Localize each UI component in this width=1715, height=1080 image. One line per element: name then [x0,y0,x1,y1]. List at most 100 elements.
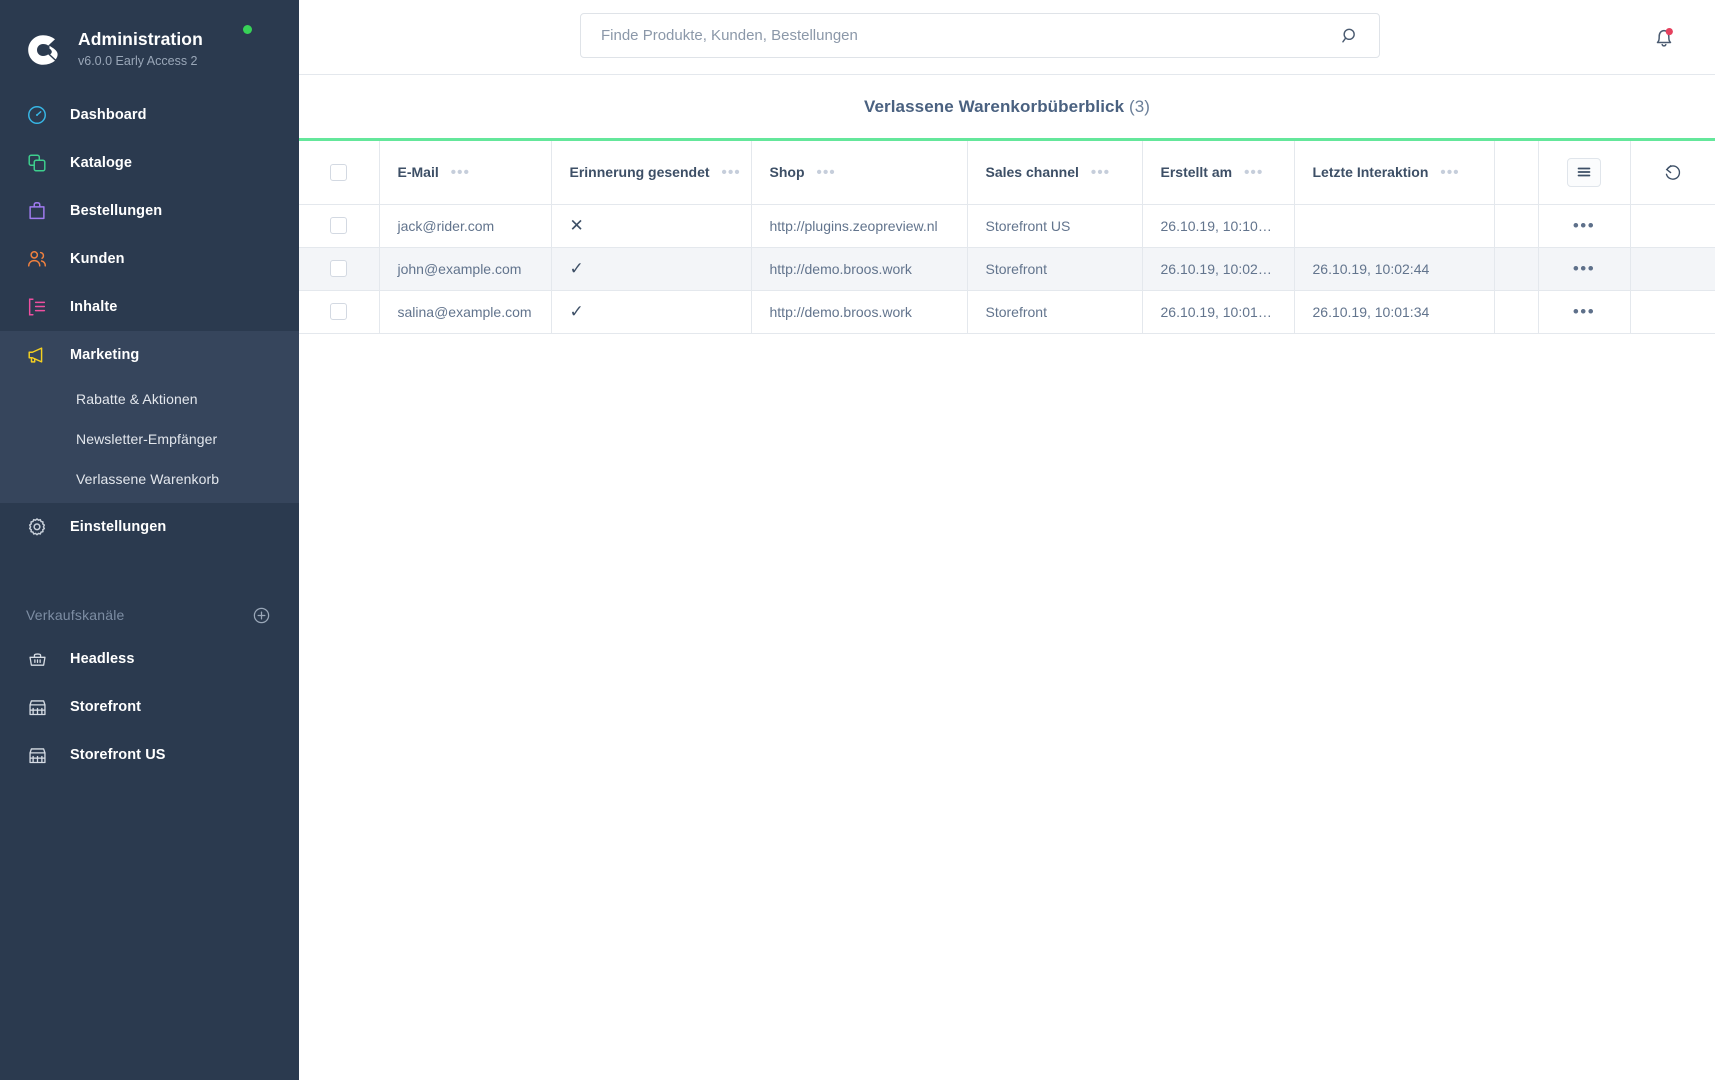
cell-created-at: 26.10.19, 10:01:20 [1142,290,1295,334]
column-menu-icon[interactable]: ••• [722,165,741,180]
sidebar-subitem-rabatte-aktionen[interactable]: Rabatte & Aktionen [0,379,299,419]
row-checkbox[interactable] [330,217,348,234]
cell-email[interactable]: salina@example.com [379,290,552,334]
column-header-label: Sales channel [985,164,1079,181]
sidebar-subitem-label: Rabatte & Aktionen [76,391,198,407]
sidebar-item-dashboard[interactable]: Dashboard [0,91,299,139]
column-menu-icon[interactable]: ••• [451,165,470,180]
column-header-label: Erstellt am [1160,164,1233,181]
cell-last-interaction [1294,204,1495,248]
column-menu-icon[interactable]: ••• [817,165,836,180]
column-header-reminder[interactable]: Erinnerung gesendet ••• [551,141,752,205]
row-menu-icon[interactable]: ••• [1557,260,1612,277]
refresh-icon[interactable] [1656,155,1690,189]
sales-channels-section-title: Verkaufskanäle [26,607,125,623]
table-row[interactable]: salina@example.com ✓ http://demo.broos.w… [299,290,1715,334]
cell-sales-channel: Storefront [967,247,1143,291]
column-header-sales-channel[interactable]: Sales channel ••• [967,141,1143,205]
table-row[interactable]: jack@rider.com ✕ http://plugins.zeoprevi… [299,204,1715,248]
sidebar-item-kataloge[interactable]: Kataloge [0,139,299,187]
row-menu-icon[interactable]: ••• [1557,303,1612,320]
main-content: Verlassene Warenkorbüberblick (3) E-Mail… [299,0,1715,1080]
column-menu-icon[interactable]: ••• [1091,165,1110,180]
brand-title: Administration [78,29,203,50]
row-checkbox[interactable] [330,260,348,277]
cell-shop[interactable]: http://plugins.zeopreview.nl [751,204,968,248]
main-navigation: Dashboard Kataloge Bestellungen Kunden I… [0,91,299,551]
page-title-bar: Verlassene Warenkorbüberblick (3) [299,75,1715,138]
abandoned-carts-table: E-Mail ••• Erinnerung gesendet ••• Shop … [299,138,1715,1080]
column-header-created-at[interactable]: Erstellt am ••• [1142,141,1295,205]
sidebar-item-label: Bestellungen [70,203,163,219]
grid-body: jack@rider.com ✕ http://plugins.zeoprevi… [299,204,1715,334]
column-header-label: Letzte Interaktion [1312,164,1429,181]
cell-created-at: 26.10.19, 10:10:54 [1142,204,1295,248]
page-title-count: (3) [1128,96,1151,116]
sidebar-item-headless[interactable]: Headless [0,635,299,683]
gear-icon [22,516,52,538]
search-input[interactable] [601,27,1335,44]
search-icon[interactable] [1335,21,1365,51]
sidebar-item-bestellungen[interactable]: Bestellungen [0,187,299,235]
notification-badge [1665,28,1673,36]
global-search [580,13,1380,58]
sidebar-item-storefront-us[interactable]: Storefront US [0,731,299,779]
copy-layers-icon [22,152,52,174]
cell-shop[interactable]: http://demo.broos.work [751,290,968,334]
sidebar: Administration v6.0.0 Early Access 2 Das… [0,0,299,1080]
sidebar-item-marketing[interactable]: Marketing [0,331,299,379]
sidebar-item-einstellungen[interactable]: Einstellungen [0,503,299,551]
sidebar-item-label: Kunden [70,251,125,267]
grid-refresh-header [1630,141,1715,205]
shopware-logo-icon [22,29,64,71]
search-box[interactable] [580,13,1380,58]
column-header-last-interaction[interactable]: Letzte Interaktion ••• [1294,141,1495,205]
header-row: E-Mail ••• Erinnerung gesendet ••• Shop … [299,141,1715,205]
grid-header: E-Mail ••• Erinnerung gesendet ••• Shop … [299,141,1715,205]
row-select-cell [299,290,380,334]
cell-sales-channel: Storefront US [967,204,1143,248]
column-header-label: Shop [769,164,805,181]
column-menu-icon[interactable]: ••• [1440,165,1459,180]
column-menu-icon[interactable]: ••• [1244,165,1263,180]
check-icon: ✓ [569,259,584,278]
table-row[interactable]: john@example.com ✓ http://demo.broos.wor… [299,247,1715,291]
cell-email[interactable]: jack@rider.com [379,204,552,248]
sidebar-item-label: Headless [70,651,135,667]
cell-created-at: 26.10.19, 10:02:38 [1142,247,1295,291]
row-actions-cell: ••• [1538,204,1631,248]
row-actions-cell: ••• [1538,290,1631,334]
list-settings-icon[interactable] [1567,157,1601,187]
plus-circle-icon[interactable] [251,605,271,625]
column-header-label: E-Mail [397,164,439,181]
notifications-button[interactable] [1647,20,1681,54]
users-icon [22,248,52,270]
sidebar-item-kunden[interactable]: Kunden [0,235,299,283]
column-header-email[interactable]: E-Mail ••• [379,141,552,205]
cell-reminder-sent: ✓ [551,290,752,334]
sidebar-item-label: Storefront US [70,747,166,763]
cell-shop[interactable]: http://demo.broos.work [751,247,968,291]
marketing-submenu: Rabatte & Aktionen Newsletter-Empfänger … [0,379,299,503]
sidebar-item-inhalte[interactable]: Inhalte [0,283,299,331]
storefront-icon [22,697,52,718]
column-header-label: Erinnerung gesendet [569,164,710,181]
sidebar-item-label: Marketing [70,347,140,363]
sidebar-subitem-verlassene-warenkorb[interactable]: Verlassene Warenkorb [0,459,299,499]
column-header-spacer [1494,141,1539,205]
megaphone-icon [22,344,52,366]
online-status-dot [243,25,252,34]
cell-email[interactable]: john@example.com [379,247,552,291]
sidebar-item-label: Einstellungen [70,519,167,535]
column-header-shop[interactable]: Shop ••• [751,141,968,205]
select-all-checkbox[interactable] [330,163,348,181]
grid-settings-header [1538,141,1631,205]
check-icon: ✓ [569,302,584,321]
sidebar-item-storefront[interactable]: Storefront [0,683,299,731]
data-grid: E-Mail ••• Erinnerung gesendet ••• Shop … [299,141,1715,334]
row-checkbox[interactable] [330,303,348,320]
sales-channels-section-header: Verkaufskanäle [0,595,299,635]
row-menu-icon[interactable]: ••• [1557,217,1612,234]
sidebar-subitem-newsletter-empfaenger[interactable]: Newsletter-Empfänger [0,419,299,459]
cell-spacer [1494,247,1539,291]
